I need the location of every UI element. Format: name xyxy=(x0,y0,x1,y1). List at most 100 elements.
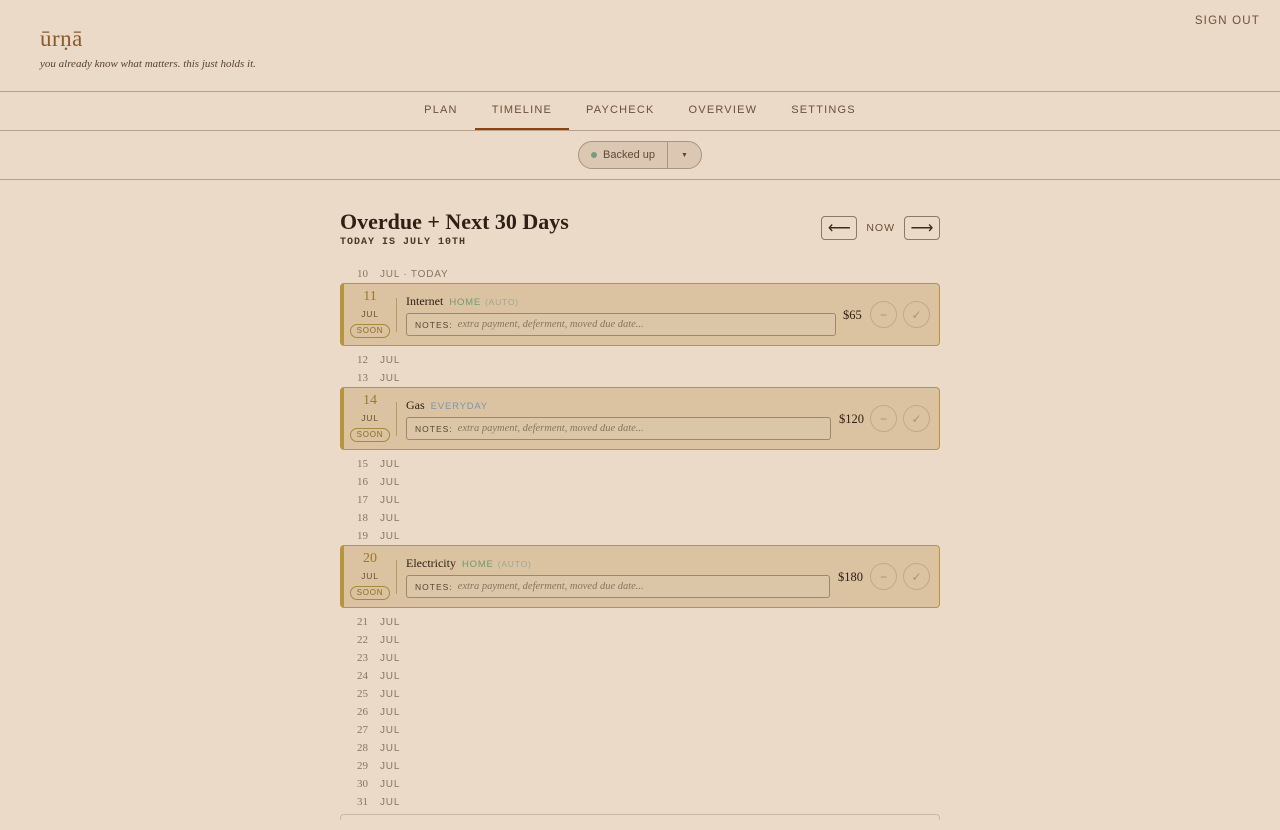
soon-badge: SOON xyxy=(350,324,390,338)
timeline-pager: ⟵ NOW ⟶ xyxy=(821,216,940,240)
bill-body: Gas EVERYDAY NOTES: extra payment, defer… xyxy=(406,398,831,440)
day-row: 29 JUL xyxy=(340,757,940,775)
timeline-main: Overdue + Next 30 Days TODAY IS JULY 10T… xyxy=(340,180,940,820)
notes-input[interactable]: NOTES: extra payment, deferment, moved d… xyxy=(406,417,831,440)
bill-name-row: Internet HOME (AUTO) xyxy=(406,294,519,309)
day-row: 28 JUL xyxy=(340,739,940,757)
notes-input[interactable]: NOTES: extra payment, deferment, moved d… xyxy=(406,575,830,598)
bill-month: JUL xyxy=(361,309,379,319)
day-number: 31 xyxy=(357,796,368,808)
bill-month: JUL xyxy=(361,413,379,423)
tab-overview[interactable]: OVERVIEW xyxy=(672,92,775,130)
mark-paid-check-icon[interactable]: ✓ xyxy=(903,301,930,328)
day-number: 12 xyxy=(357,354,368,366)
status-dot-icon xyxy=(591,152,597,158)
day-row-today: 10 JUL · TODAY xyxy=(340,265,940,283)
bill-body: Electricity HOME (AUTO) NOTES: extra pay… xyxy=(406,556,830,598)
day-month: JUL xyxy=(380,530,401,542)
day-month: JUL xyxy=(380,494,401,506)
next-arrow-icon[interactable]: ⟶ xyxy=(904,216,940,240)
day-month: JUL · TODAY xyxy=(380,268,449,280)
sign-out-button[interactable]: SIGN OUT xyxy=(1195,15,1260,27)
day-number: 18 xyxy=(357,512,368,524)
bill-day: 14 xyxy=(363,393,377,408)
tab-paycheck[interactable]: PAYCHECK xyxy=(569,92,671,130)
bill-name-row: Gas EVERYDAY xyxy=(406,398,488,413)
app-logo[interactable]: ūrṇā xyxy=(40,26,83,52)
backup-dropdown-caret-icon[interactable]: ▼ xyxy=(668,142,701,168)
day-row: 12 JUL xyxy=(340,351,940,369)
notes-placeholder: extra payment, deferment, moved due date… xyxy=(457,423,644,434)
notes-placeholder: extra payment, deferment, moved due date… xyxy=(457,581,644,592)
now-button[interactable]: NOW xyxy=(857,222,904,234)
day-row: 18 JUL xyxy=(340,509,940,527)
bill-amount: $180 xyxy=(838,570,863,584)
day-row: 17 JUL xyxy=(340,491,940,509)
bill-category: HOME xyxy=(461,559,494,570)
day-row: 13 JUL xyxy=(340,369,940,387)
day-row: 15 JUL xyxy=(340,455,940,473)
bill-category: HOME xyxy=(449,297,482,308)
day-month: JUL xyxy=(380,796,401,808)
timeline-list: 10 JUL · TODAY 11 JUL SOON Internet HOME… xyxy=(340,265,940,820)
day-row: 16 JUL xyxy=(340,473,940,491)
tab-plan[interactable]: PLAN xyxy=(407,92,475,130)
day-month: JUL xyxy=(380,372,401,384)
day-number: 10 xyxy=(357,268,368,280)
day-month: JUL xyxy=(380,760,401,772)
bill-date: 14 JUL SOON xyxy=(344,388,398,449)
day-row: 21 JUL xyxy=(340,613,940,631)
mark-paid-check-icon[interactable]: ✓ xyxy=(903,563,930,590)
day-month: JUL xyxy=(380,742,401,754)
day-number: 29 xyxy=(357,760,368,772)
day-number: 25 xyxy=(357,688,368,700)
day-number: 28 xyxy=(357,742,368,754)
skip-minus-icon[interactable]: − xyxy=(870,563,897,590)
day-row: 19 JUL xyxy=(340,527,940,545)
day-month: JUL xyxy=(380,652,401,664)
bill-date: 11 JUL SOON xyxy=(344,284,398,345)
day-number: 27 xyxy=(357,724,368,736)
tab-settings[interactable]: SETTINGS xyxy=(774,92,873,130)
backup-status-button[interactable]: Backed up xyxy=(579,142,668,168)
day-number: 15 xyxy=(357,458,368,470)
notes-label: NOTES: xyxy=(415,423,453,434)
notes-input[interactable]: NOTES: extra payment, deferment, moved d… xyxy=(406,313,836,336)
day-row: 31 JUL xyxy=(340,793,940,811)
prev-arrow-icon[interactable]: ⟵ xyxy=(821,216,858,240)
skip-minus-icon[interactable]: − xyxy=(870,301,897,328)
day-row: 22 JUL xyxy=(340,631,940,649)
skip-minus-icon[interactable]: − xyxy=(870,405,897,432)
day-number: 22 xyxy=(357,634,368,646)
day-row: 24 JUL xyxy=(340,667,940,685)
next-card-partial xyxy=(340,814,940,820)
bill-day: 20 xyxy=(363,551,377,566)
main-nav: PLAN TIMELINE PAYCHECK OVERVIEW SETTINGS xyxy=(0,92,1280,131)
day-row: 23 JUL xyxy=(340,649,940,667)
bill-body: Internet HOME (AUTO) NOTES: extra paymen… xyxy=(406,294,836,336)
day-row: 30 JUL xyxy=(340,775,940,793)
soon-badge: SOON xyxy=(350,428,390,442)
day-row: 25 JUL xyxy=(340,685,940,703)
card-divider xyxy=(396,402,397,436)
bill-name: Internet xyxy=(406,294,444,308)
day-month: JUL xyxy=(380,616,401,628)
day-row: 26 JUL xyxy=(340,703,940,721)
day-month: JUL xyxy=(380,354,401,366)
backup-pill: Backed up ▼ xyxy=(578,141,702,169)
mark-paid-check-icon[interactable]: ✓ xyxy=(903,405,930,432)
bill-amount: $120 xyxy=(839,412,864,426)
soon-badge: SOON xyxy=(350,586,390,600)
bill-day: 11 xyxy=(363,289,377,304)
bill-card-electricity: 20 JUL SOON Electricity HOME (AUTO) NOTE… xyxy=(340,545,940,608)
title-row: Overdue + Next 30 Days TODAY IS JULY 10T… xyxy=(340,209,940,267)
card-divider xyxy=(396,560,397,594)
day-month: JUL xyxy=(380,458,401,470)
backup-status-label: Backed up xyxy=(603,149,655,161)
day-number: 26 xyxy=(357,706,368,718)
app-header: ūrṇā you already know what matters. this… xyxy=(0,0,1280,92)
tab-timeline[interactable]: TIMELINE xyxy=(474,92,570,130)
day-number: 23 xyxy=(357,652,368,664)
notes-label: NOTES: xyxy=(415,581,453,592)
day-month: JUL xyxy=(380,670,401,682)
